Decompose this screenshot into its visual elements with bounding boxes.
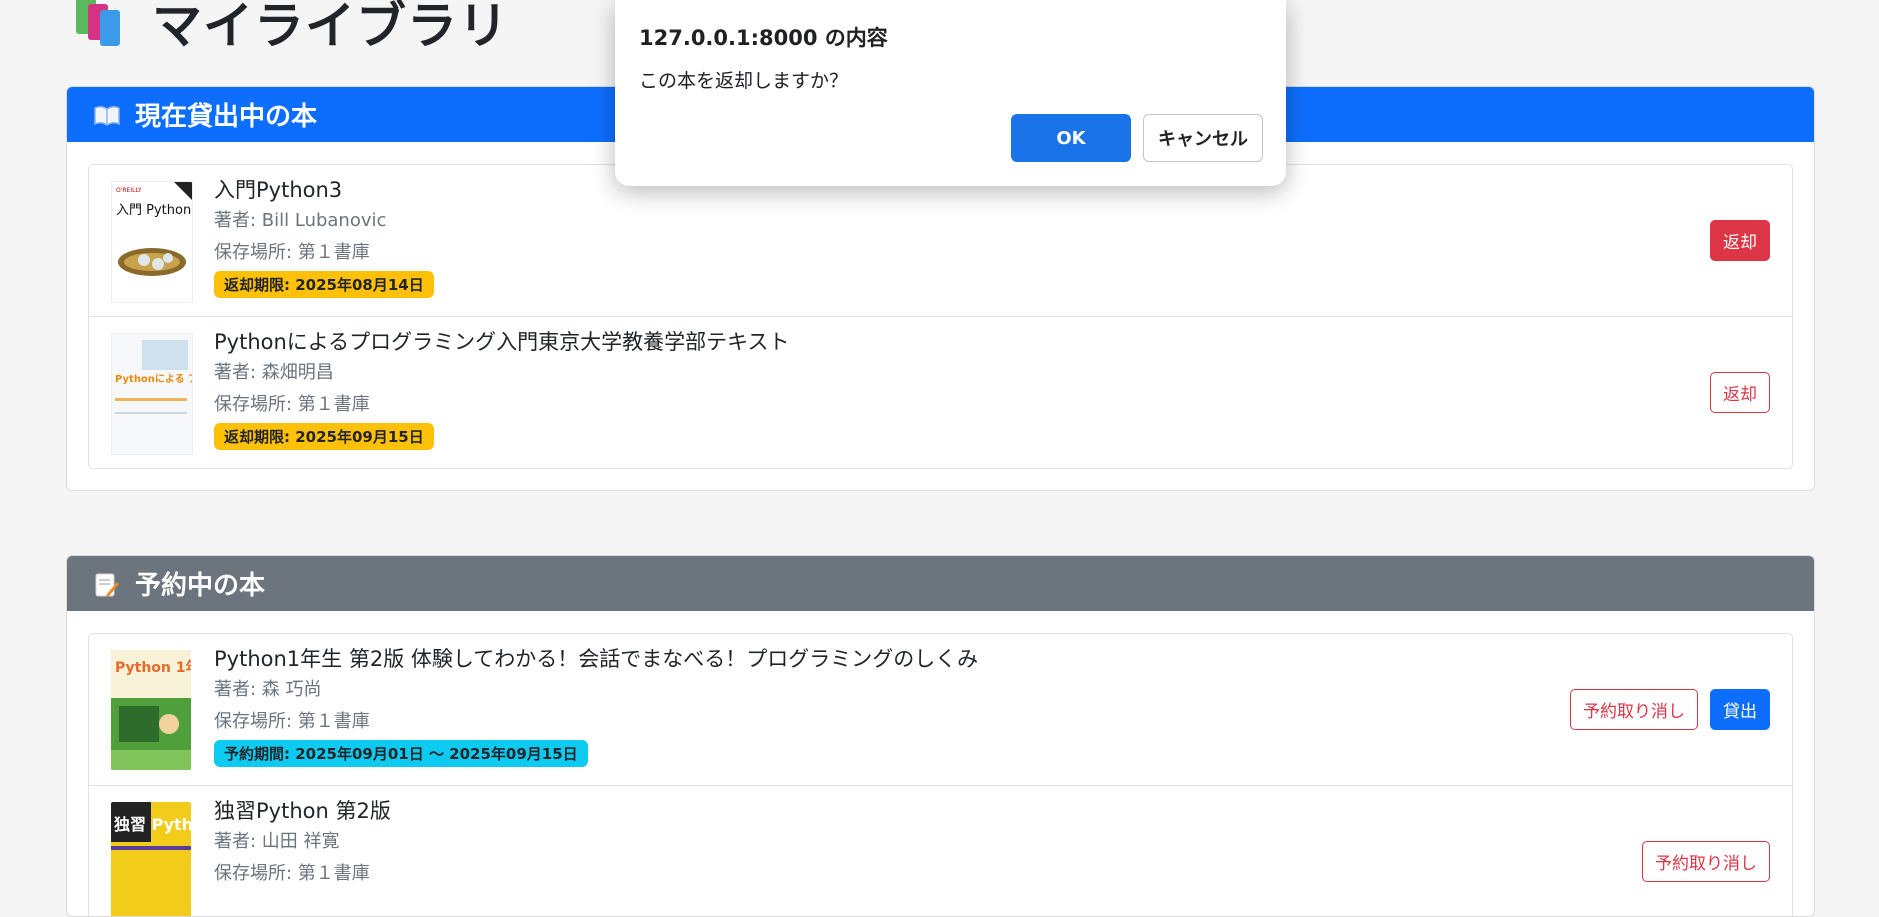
reservation-period-badge: 予約期間: 2025年09月01日 〜 2025年09月15日 — [214, 740, 588, 767]
book-title: 入門Python3 — [214, 178, 343, 202]
book-author: 著者: 森畑明昌 — [214, 362, 334, 383]
book-author: 著者: 山田 祥寛 — [214, 831, 340, 852]
ok-button[interactable]: OK — [1011, 114, 1131, 162]
list-item: Python 1年生 Python1年生 第2版 体験してわかる！会話でまなべる… — [89, 634, 1792, 786]
list-item: O'REILLY 入門 Python 3 入門Python3 著者: Bi — [89, 165, 1792, 317]
book-title: 独習Python 第2版 — [214, 799, 391, 823]
book-location: 保存場所: 第１書庫 — [214, 863, 370, 884]
cover-publisher: O'REILLY — [116, 187, 142, 194]
reserved-list: Python 1年生 Python1年生 第2版 体験してわかる！会話でまなべる… — [88, 633, 1793, 916]
page-header: マイライブラリ — [74, 0, 509, 55]
reserved-header-label: 予約中の本 — [135, 571, 266, 601]
book-author: 著者: Bill Lubanovic — [214, 210, 387, 231]
books-icon — [74, 0, 130, 50]
due-date-badge: 返却期限: 2025年09月15日 — [214, 423, 434, 450]
book-location: 保存場所: 第１書庫 — [214, 242, 370, 263]
borrow-button[interactable]: 貸出 — [1710, 689, 1770, 730]
cover-title: Pythonによる プログラミング入門 — [115, 372, 192, 385]
book-cover: 独習 Python — [111, 802, 191, 916]
confirm-dialog: 127.0.0.1:8000 の内容 この本を返却しますか？ OK キャンセル — [615, 0, 1286, 186]
memo-icon — [93, 572, 121, 597]
book-location: 保存場所: 第１書庫 — [214, 711, 370, 732]
book-title: Pythonによるプログラミング入門東京大学教養学部テキスト — [214, 330, 790, 354]
borrowed-list: O'REILLY 入門 Python 3 入門Python3 著者: Bi — [88, 164, 1793, 469]
cancel-reservation-button[interactable]: 予約取り消し — [1642, 841, 1770, 882]
reserved-header: 予約中の本 — [67, 556, 1814, 611]
book-cover: Python 1年生 — [111, 650, 191, 770]
cover-title: 入門 Python 3 — [116, 203, 192, 218]
open-book-icon — [93, 103, 121, 127]
borrowed-header-label: 現在貸出中の本 — [135, 102, 318, 132]
cover-title: 独習 Python — [114, 815, 191, 834]
list-item: Pythonによる プログラミング入門 Pythonによるプログラミング入門東京… — [89, 317, 1792, 468]
dialog-message: この本を返却しますか？ — [639, 70, 849, 92]
due-date-badge: 返却期限: 2025年08月14日 — [214, 271, 434, 298]
cover-title: Python 1年生 — [115, 659, 191, 676]
list-item: 独習 Python 独習Python 第2版 著者: 山田 祥寛 保存場所: 第… — [89, 786, 1792, 916]
book-author: 著者: 森 巧尚 — [214, 679, 322, 700]
return-button[interactable]: 返却 — [1710, 372, 1770, 413]
cancel-reservation-button[interactable]: 予約取り消し — [1570, 689, 1698, 730]
page-title: マイライブラリ — [152, 0, 509, 55]
book-cover: Pythonによる プログラミング入門 — [111, 333, 193, 455]
dialog-title: 127.0.0.1:8000 の内容 — [639, 26, 888, 50]
book-cover: O'REILLY 入門 Python 3 — [111, 181, 193, 303]
book-title: Python1年生 第2版 体験してわかる！会話でまなべる！プログラミングのしく… — [214, 647, 979, 671]
page: マイライブラリ 現在貸出中の本 O'REILLY 入門 Python 3 — [0, 0, 1879, 917]
book-location: 保存場所: 第１書庫 — [214, 394, 370, 415]
reserved-books-card: 予約中の本 Python 1年生 Python1年生 第 — [66, 555, 1815, 917]
cancel-button[interactable]: キャンセル — [1143, 114, 1263, 162]
return-button[interactable]: 返却 — [1710, 220, 1770, 261]
